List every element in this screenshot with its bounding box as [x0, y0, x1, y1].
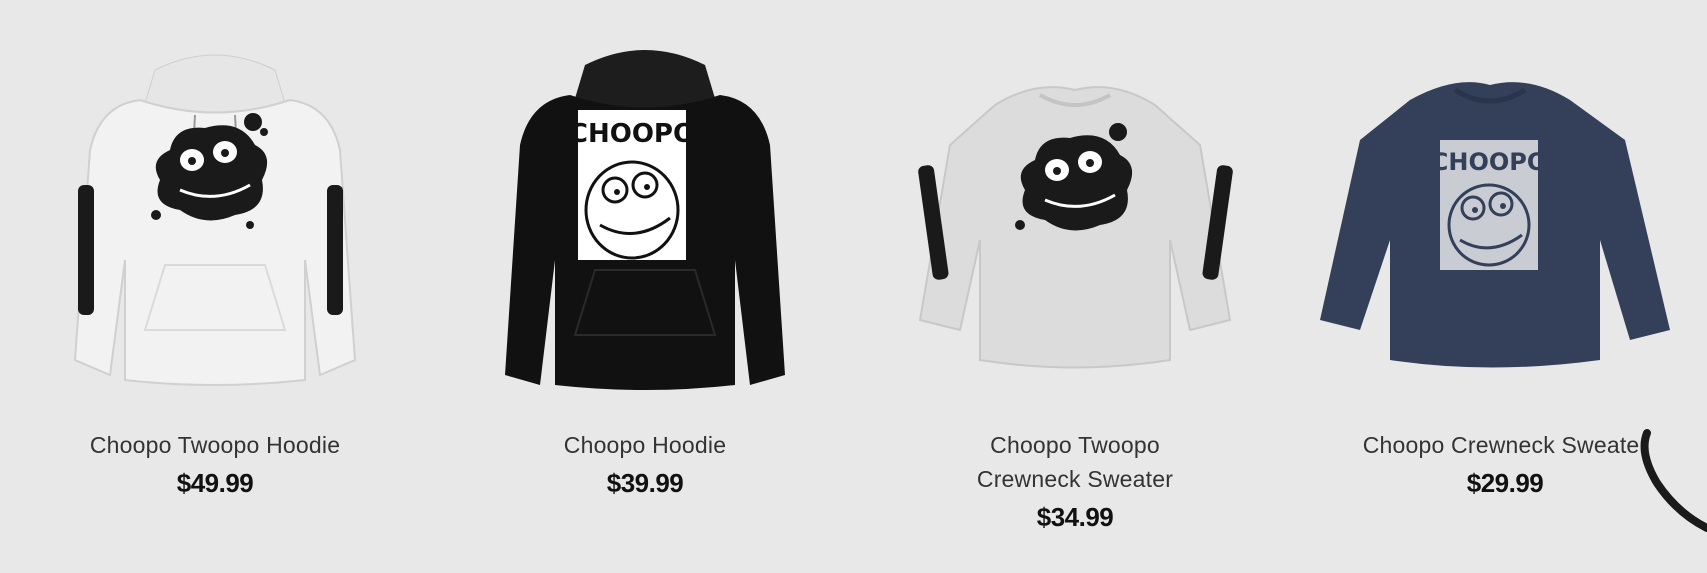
- print-text: CHOOPO: [569, 119, 695, 149]
- product-card[interactable]: CHOOPO Choopo Hoodie $39.99: [430, 0, 860, 573]
- product-image[interactable]: CHOOPO: [430, 30, 860, 400]
- product-name[interactable]: Choopo Twoopo Hoodie: [0, 428, 430, 462]
- product-name[interactable]: Choopo Twoopo Crewneck Sweater: [945, 428, 1205, 496]
- product-card[interactable]: Choopo Twoopo Hoodie $49.99: [0, 0, 430, 573]
- product-name[interactable]: Choopo Hoodie: [430, 428, 860, 462]
- product-image[interactable]: CHOOPO: [1290, 30, 1707, 400]
- product-image[interactable]: [860, 30, 1290, 400]
- product-price: $39.99: [606, 468, 684, 498]
- product-image[interactable]: [0, 30, 430, 400]
- print-text: CHOOPO: [1431, 148, 1548, 176]
- decorative-swoosh-icon: [1640, 429, 1707, 532]
- product-price: $49.99: [176, 468, 254, 498]
- product-grid: Choopo Twoopo Hoodie $49.99 CHOOPO Choop…: [0, 0, 1707, 573]
- product-card[interactable]: Choopo Twoopo Crewneck Sweater $34.99: [860, 0, 1290, 573]
- product-price: $34.99: [1036, 502, 1114, 532]
